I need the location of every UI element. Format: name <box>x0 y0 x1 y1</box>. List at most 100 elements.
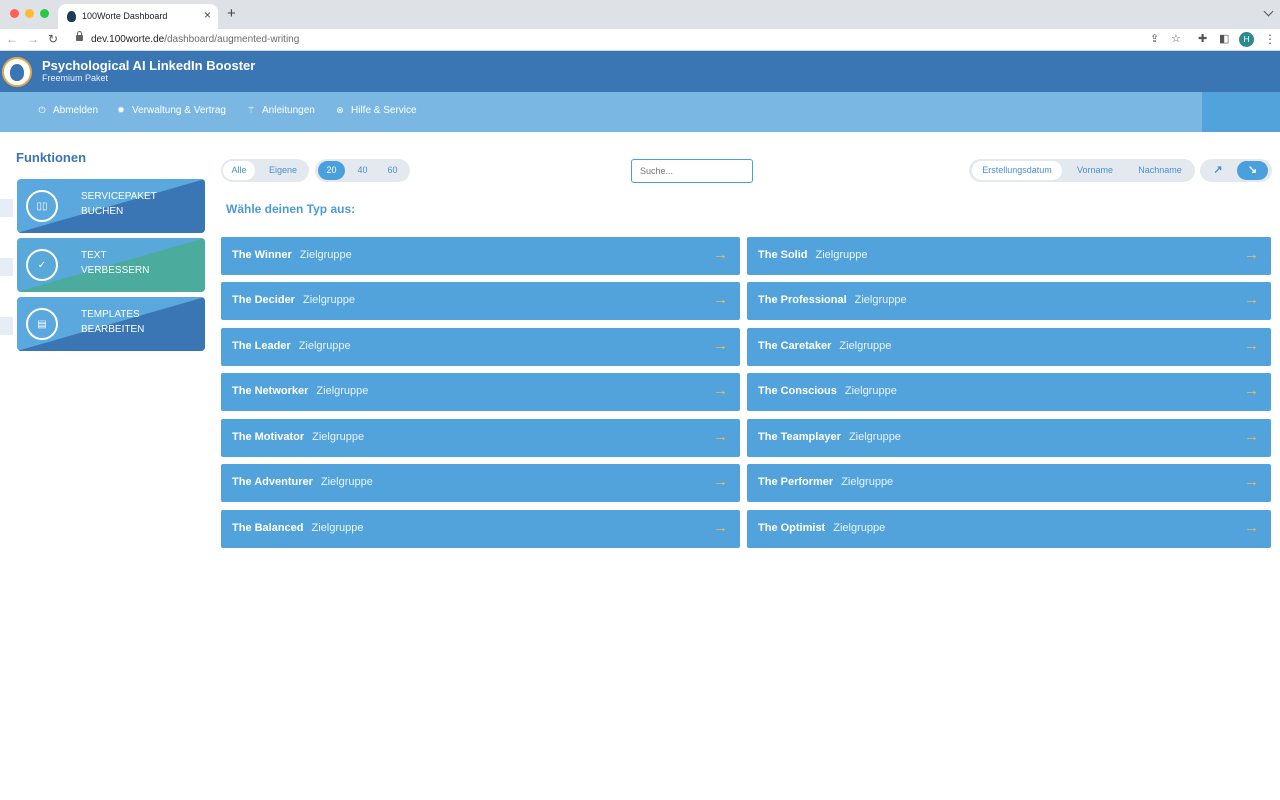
lock-icon[interactable] <box>76 31 83 41</box>
url-field[interactable]: dev.100worte.de/dashboard/augmented-writ… <box>91 34 299 45</box>
arrow-right-icon: → <box>713 428 728 445</box>
page-size-20-button[interactable]: 20 <box>318 161 345 180</box>
type-name: The Decider Zielgruppe <box>232 294 355 306</box>
nav-item-label: Abmelden <box>53 105 99 116</box>
type-name: The Teamplayer Zielgruppe <box>758 431 901 443</box>
type-row[interactable]: The Motivator Zielgruppe → <box>221 419 740 457</box>
app-subtitle: Freemium Paket <box>42 73 109 83</box>
nav-item-logout[interactable]: ⏻ Abmelden <box>37 105 98 116</box>
forward-arrow-icon[interactable]: → <box>27 32 39 46</box>
side-panel-icon[interactable]: ◧ <box>1219 33 1229 45</box>
main-nav: ⏻ Abmelden ✹ Verwaltung & Vertrag ⚚ Anle… <box>0 92 1280 132</box>
arrow-right-icon: → <box>1244 382 1259 399</box>
type-name: The Balanced Zielgruppe <box>232 522 364 534</box>
arrow-right-icon: → <box>713 246 728 263</box>
nav-item-guides[interactable]: ⚚ Anleitungen <box>246 105 315 116</box>
lifebuoy-icon: ⊗ <box>336 105 344 115</box>
page-size-toggle: 20 40 60 <box>315 159 410 182</box>
browser-tab[interactable]: 100Worte Dashboard × <box>58 4 218 29</box>
app-header: Psychological AI LinkedIn Booster Freemi… <box>0 51 1280 92</box>
sort-lastname-button[interactable]: Nachname <box>1130 161 1190 180</box>
type-row[interactable]: The Adventurer Zielgruppe → <box>221 464 740 502</box>
card-label: TEMPLATES BEARBEITEN <box>81 309 145 335</box>
type-group: Zielgruppe <box>299 249 352 261</box>
arrow-right-icon: → <box>1244 519 1259 536</box>
type-row[interactable]: The Balanced Zielgruppe → <box>221 510 740 548</box>
nav-right-panel <box>1202 92 1280 132</box>
filter-toggle: Alle Eigene <box>221 159 309 182</box>
reload-icon[interactable]: ↻ <box>48 32 58 46</box>
type-row[interactable]: The Professional Zielgruppe → <box>747 282 1271 320</box>
url-path: /dashboard/augmented-writing <box>164 34 300 45</box>
servicepaket-buchen-card[interactable]: ▯▯ SERVICEPAKET BUCHEN <box>17 179 205 233</box>
filter-all-button[interactable]: Alle <box>223 161 255 180</box>
type-row[interactable]: The Winner Zielgruppe → <box>221 237 740 275</box>
bookmark-star-icon[interactable]: ☆ <box>1171 33 1181 45</box>
search-input[interactable] <box>631 159 753 183</box>
type-group: Zielgruppe <box>302 294 355 306</box>
maximize-window-button[interactable] <box>40 9 49 18</box>
page-size-40-button[interactable]: 40 <box>349 161 376 180</box>
nav-item-administration[interactable]: ✹ Verwaltung & Vertrag <box>116 105 226 116</box>
templates-bearbeiten-card[interactable]: ▤ TEMPLATES BEARBEITEN <box>17 297 205 351</box>
type-row[interactable]: The Decider Zielgruppe → <box>221 282 740 320</box>
wand-icon: ⚚ <box>246 105 256 115</box>
arrow-right-icon: → <box>1244 291 1259 308</box>
type-group: Zielgruppe <box>854 294 907 306</box>
tab-search-chevron-icon[interactable] <box>1263 6 1274 17</box>
type-name: The Solid Zielgruppe <box>758 249 868 261</box>
sort-created-button[interactable]: Erstellungsdatum <box>972 161 1062 180</box>
ascending-arrow-icon: ↗ <box>1213 164 1223 176</box>
nav-item-help[interactable]: ⊗ Hilfe & Service <box>335 105 416 116</box>
nav-item-label: Anleitungen <box>262 105 315 116</box>
sort-firstname-button[interactable]: Vorname <box>1067 161 1123 180</box>
type-group: Zielgruppe <box>839 340 892 352</box>
nav-item-label: Verwaltung & Vertrag <box>132 105 226 116</box>
type-name: The Performer Zielgruppe <box>758 476 894 488</box>
tab-title: 100Worte Dashboard <box>82 11 168 21</box>
browser-tab-bar: 100Worte Dashboard × + <box>0 0 1280 29</box>
extensions-icon[interactable]: ✚ <box>1198 33 1207 45</box>
sort-ascending-button[interactable]: ↗ <box>1204 161 1232 180</box>
arrow-right-icon: → <box>713 382 728 399</box>
type-group: Zielgruppe <box>312 431 365 443</box>
close-tab-icon[interactable]: × <box>204 9 211 21</box>
sidebar-marker <box>0 317 13 335</box>
app-logo-icon[interactable] <box>2 57 32 87</box>
type-row[interactable]: The Solid Zielgruppe → <box>747 237 1271 275</box>
page-size-60-button[interactable]: 60 <box>379 161 406 180</box>
filter-own-button[interactable]: Eigene <box>261 161 305 180</box>
type-row[interactable]: The Networker Zielgruppe → <box>221 373 740 411</box>
close-window-button[interactable] <box>10 9 19 18</box>
sort-direction-toggle: ↗ ↘ <box>1200 159 1272 182</box>
type-row[interactable]: The Leader Zielgruppe → <box>221 328 740 366</box>
sidebar-marker <box>0 199 13 217</box>
arrow-right-icon: → <box>713 337 728 354</box>
minimize-window-button[interactable] <box>25 9 34 18</box>
type-group: Zielgruppe <box>841 476 894 488</box>
type-name: The Adventurer Zielgruppe <box>232 476 373 488</box>
type-name: The Conscious Zielgruppe <box>758 385 897 397</box>
type-name: The Leader Zielgruppe <box>232 340 351 352</box>
browser-menu-icon[interactable]: ⋮ <box>1264 32 1276 46</box>
share-icon[interactable]: ⇪ <box>1150 33 1159 45</box>
type-row[interactable]: The Conscious Zielgruppe → <box>747 373 1271 411</box>
type-name: The Motivator Zielgruppe <box>232 431 365 443</box>
template-icon: ▤ <box>26 308 58 340</box>
type-name: The Professional Zielgruppe <box>758 294 907 306</box>
type-row[interactable]: The Optimist Zielgruppe → <box>747 510 1271 548</box>
profile-avatar[interactable]: H <box>1239 32 1254 47</box>
check-badge-icon: ✓ <box>26 249 58 281</box>
type-row[interactable]: The Caretaker Zielgruppe → <box>747 328 1271 366</box>
type-name: The Networker Zielgruppe <box>232 385 369 397</box>
address-bar: ← → ↻ dev.100worte.de/dashboard/augmente… <box>0 29 1280 51</box>
type-row[interactable]: The Teamplayer Zielgruppe → <box>747 419 1271 457</box>
sort-descending-button[interactable]: ↘ <box>1237 161 1268 180</box>
arrow-right-icon: → <box>1244 246 1259 263</box>
section-title: Wähle deinen Typ aus: <box>226 202 356 216</box>
text-verbessern-card[interactable]: ✓ TEXT VERBESSERN <box>17 238 205 292</box>
new-tab-icon[interactable]: + <box>227 6 236 21</box>
type-row[interactable]: The Performer Zielgruppe → <box>747 464 1271 502</box>
sort-field-toggle: Erstellungsdatum Vorname Nachname <box>969 159 1195 182</box>
back-arrow-icon[interactable]: ← <box>6 32 18 46</box>
